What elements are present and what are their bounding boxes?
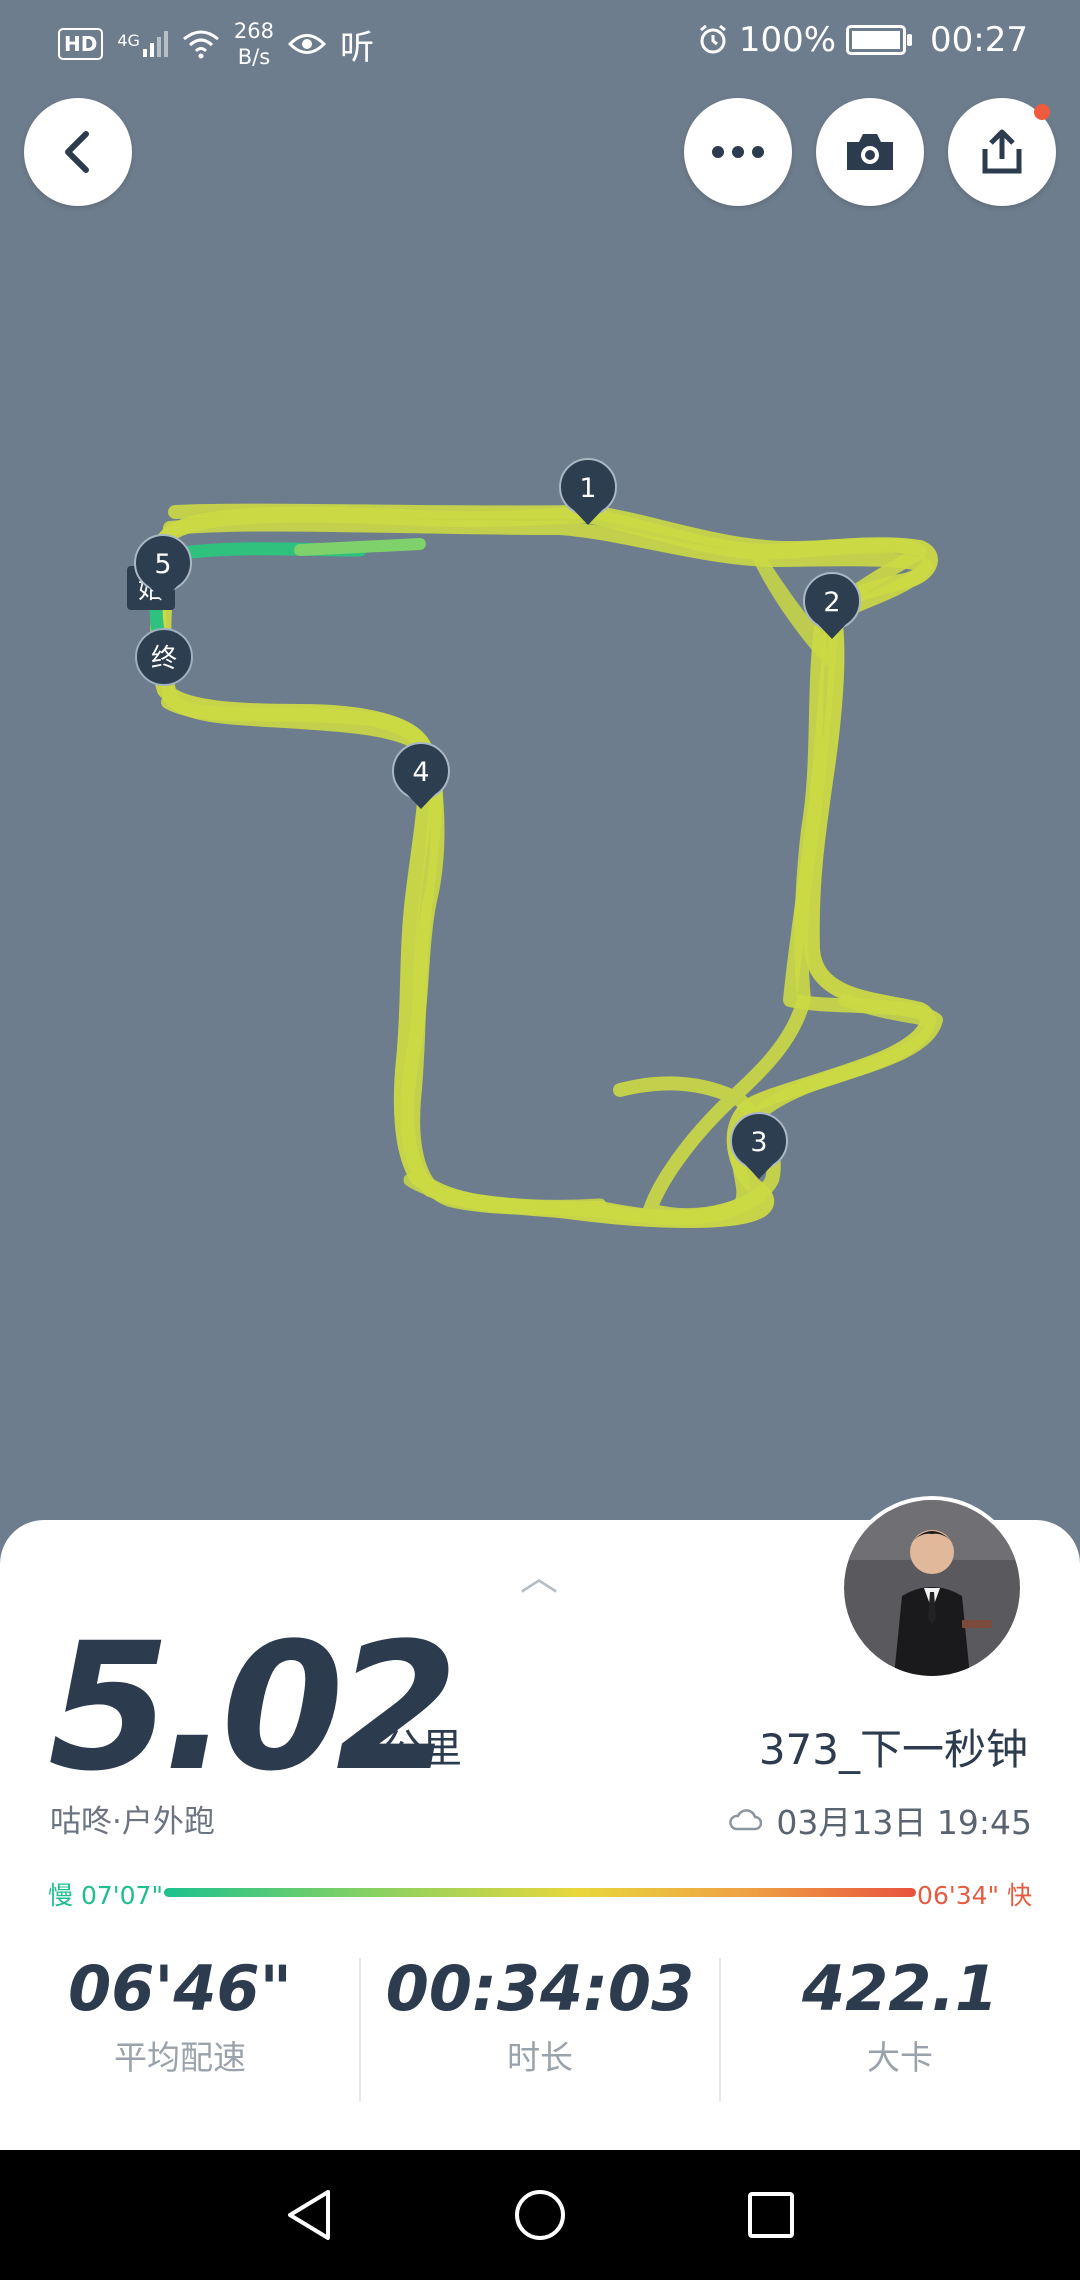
stats-row: 06'46" 平均配速 00:34:03 时长 422.1 大卡: [0, 1952, 1080, 2102]
stat-label: 大卡: [867, 2038, 933, 2077]
network-type: 4G: [117, 31, 140, 50]
signal-icon: 4G: [117, 31, 168, 57]
expand-handle-icon[interactable]: ︿: [520, 1546, 558, 1601]
clock: 00:27: [930, 20, 1028, 60]
back-button[interactable]: [24, 98, 132, 206]
slowest-pace: 慢 07'07": [48, 1881, 163, 1910]
stat-value: 00:34:03: [385, 1952, 695, 2025]
username[interactable]: 373_下一秒钟: [759, 1716, 1028, 1777]
wifi-icon: [182, 30, 219, 59]
activity-datetime: 03月13日 19:45: [728, 1796, 1032, 1844]
chevron-left-icon: [65, 131, 89, 173]
stat-label: 平均配速: [114, 2038, 246, 2077]
camera-button[interactable]: [816, 98, 924, 206]
avatar-image: [844, 1500, 1020, 1676]
camera-icon: [847, 134, 893, 170]
system-nav-bar: [0, 2150, 1080, 2280]
distance-unit: 公里: [382, 1726, 462, 1772]
nav-home-icon[interactable]: [513, 2188, 567, 2242]
more-dots-icon: [712, 146, 764, 158]
speed-unit: B/s: [237, 45, 271, 69]
pace-gradient: [164, 1888, 916, 1897]
eye-icon: [288, 34, 327, 54]
share-icon: [982, 129, 1022, 174]
avatar[interactable]: [840, 1496, 1024, 1680]
stat-avg-pace: 06'46" 平均配速: [0, 1952, 360, 2079]
more-button[interactable]: [684, 98, 792, 206]
stat-value: 06'46": [68, 1952, 292, 2025]
km-marker-label: 4: [412, 757, 429, 788]
cloud-icon: [729, 1809, 763, 1831]
nav-recents-icon[interactable]: [746, 2190, 796, 2240]
alarm-icon: [699, 24, 726, 54]
nav-back-icon[interactable]: [284, 2188, 334, 2242]
hd-icon: HD: [58, 28, 104, 60]
fastest-pace: 06'34" 快: [917, 1881, 1032, 1910]
notification-dot: [1034, 104, 1050, 120]
km-marker-label: 5: [154, 549, 171, 580]
share-button[interactable]: [948, 98, 1056, 206]
pace-range-bar: 慢 07'07" 06'34" 快: [48, 1876, 1032, 1910]
end-label: 终: [151, 644, 177, 674]
datetime-text: 03月13日 19:45: [776, 1803, 1032, 1842]
speed-value: 268: [233, 19, 275, 43]
end-marker[interactable]: 终: [135, 628, 193, 686]
status-bar: HD 4G 268 B/s 听 100% 00:27: [0, 0, 1080, 92]
stat-value: 422.1: [801, 1952, 999, 2025]
stat-calories: 422.1 大卡: [720, 1952, 1080, 2079]
stat-label: 时长: [507, 2038, 573, 2077]
sport-type: 咕咚·户外跑: [50, 1804, 215, 1840]
battery-icon: [846, 25, 913, 55]
listen-indicator: 听: [340, 27, 375, 68]
km-marker-label: 2: [823, 587, 840, 618]
stat-duration: 00:34:03 时长: [360, 1952, 720, 2079]
route-map[interactable]: 始 终 1 2 3 4 5: [0, 0, 1080, 1530]
km-marker-label: 1: [579, 473, 596, 504]
km-marker-label: 3: [750, 1127, 767, 1158]
network-speed: 268 B/s: [234, 18, 274, 70]
km-marker-1[interactable]: 1: [559, 434, 644, 525]
battery-percent: 100%: [738, 20, 837, 60]
